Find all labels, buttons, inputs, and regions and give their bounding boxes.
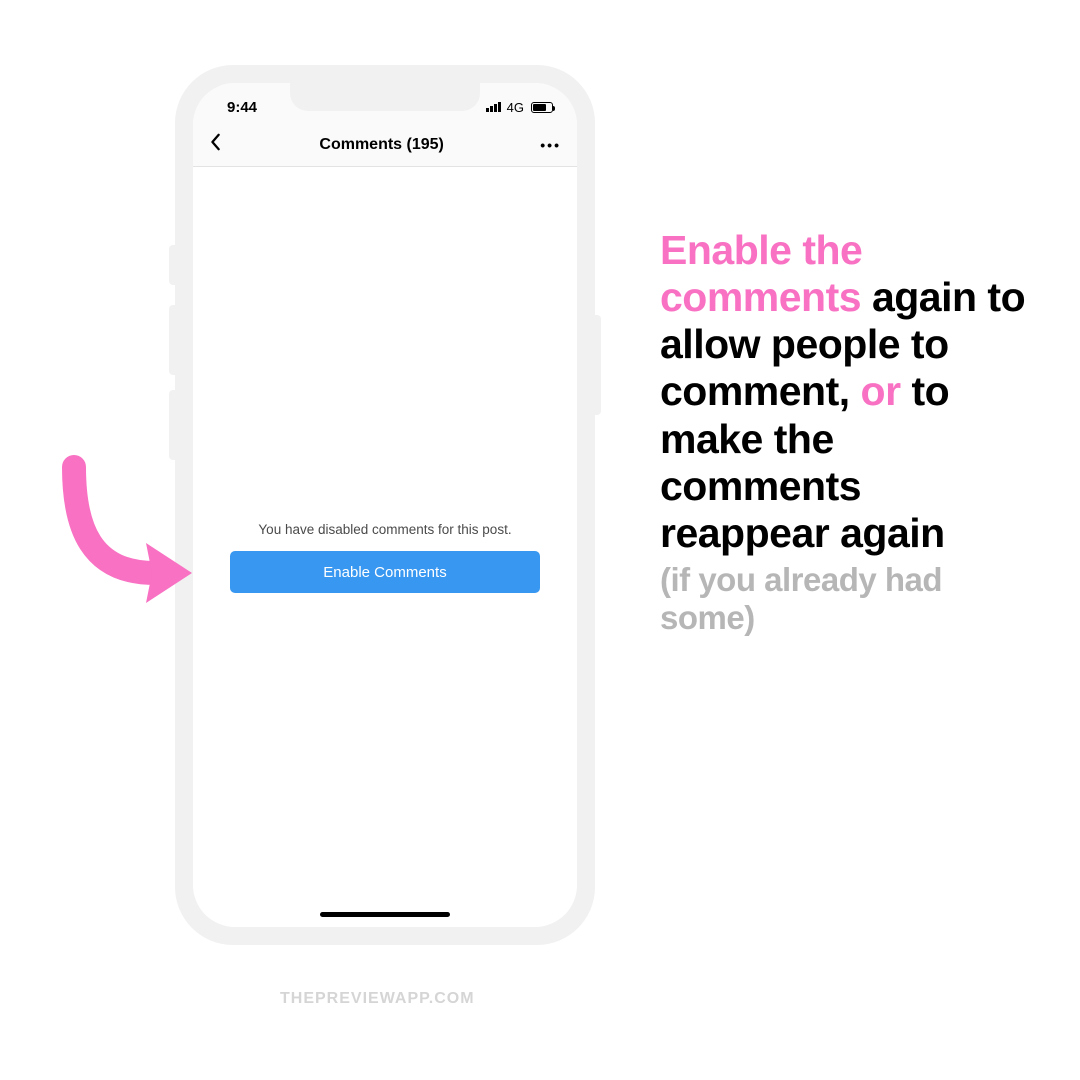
more-options-button[interactable]: ••• <box>540 137 561 153</box>
annotation-highlight-2: or <box>861 368 901 414</box>
page-title: Comments (195) <box>319 136 443 154</box>
status-right: 4G <box>486 100 553 115</box>
phone-volume-up <box>169 305 175 375</box>
back-button[interactable] <box>209 133 223 156</box>
cellular-signal-icon <box>486 102 501 112</box>
network-label: 4G <box>507 100 524 115</box>
annotation-arrow-icon <box>44 455 194 625</box>
annotation-text: Enable the comments again to allow peopl… <box>660 227 1030 637</box>
annotation-subtext: (if you already had some) <box>660 561 1030 637</box>
phone-mockup: 9:44 4G Comments (195) ••• You have disa… <box>175 65 595 945</box>
home-indicator[interactable] <box>320 912 450 917</box>
phone-screen: 9:44 4G Comments (195) ••• You have disa… <box>193 83 577 927</box>
phone-notch <box>290 83 480 111</box>
enable-comments-button[interactable]: Enable Comments <box>230 551 540 593</box>
footer-watermark: THEPREVIEWAPP.COM <box>280 990 475 1008</box>
phone-silent-switch <box>169 245 175 285</box>
nav-header: Comments (195) ••• <box>193 123 577 167</box>
phone-power-button <box>595 315 601 415</box>
screen-content: You have disabled comments for this post… <box>193 167 577 927</box>
phone-volume-down <box>169 390 175 460</box>
status-time: 9:44 <box>227 99 257 116</box>
battery-icon <box>531 102 553 113</box>
comments-disabled-message: You have disabled comments for this post… <box>258 522 511 537</box>
annotation-highlight-1: Enable the comments <box>660 227 862 320</box>
